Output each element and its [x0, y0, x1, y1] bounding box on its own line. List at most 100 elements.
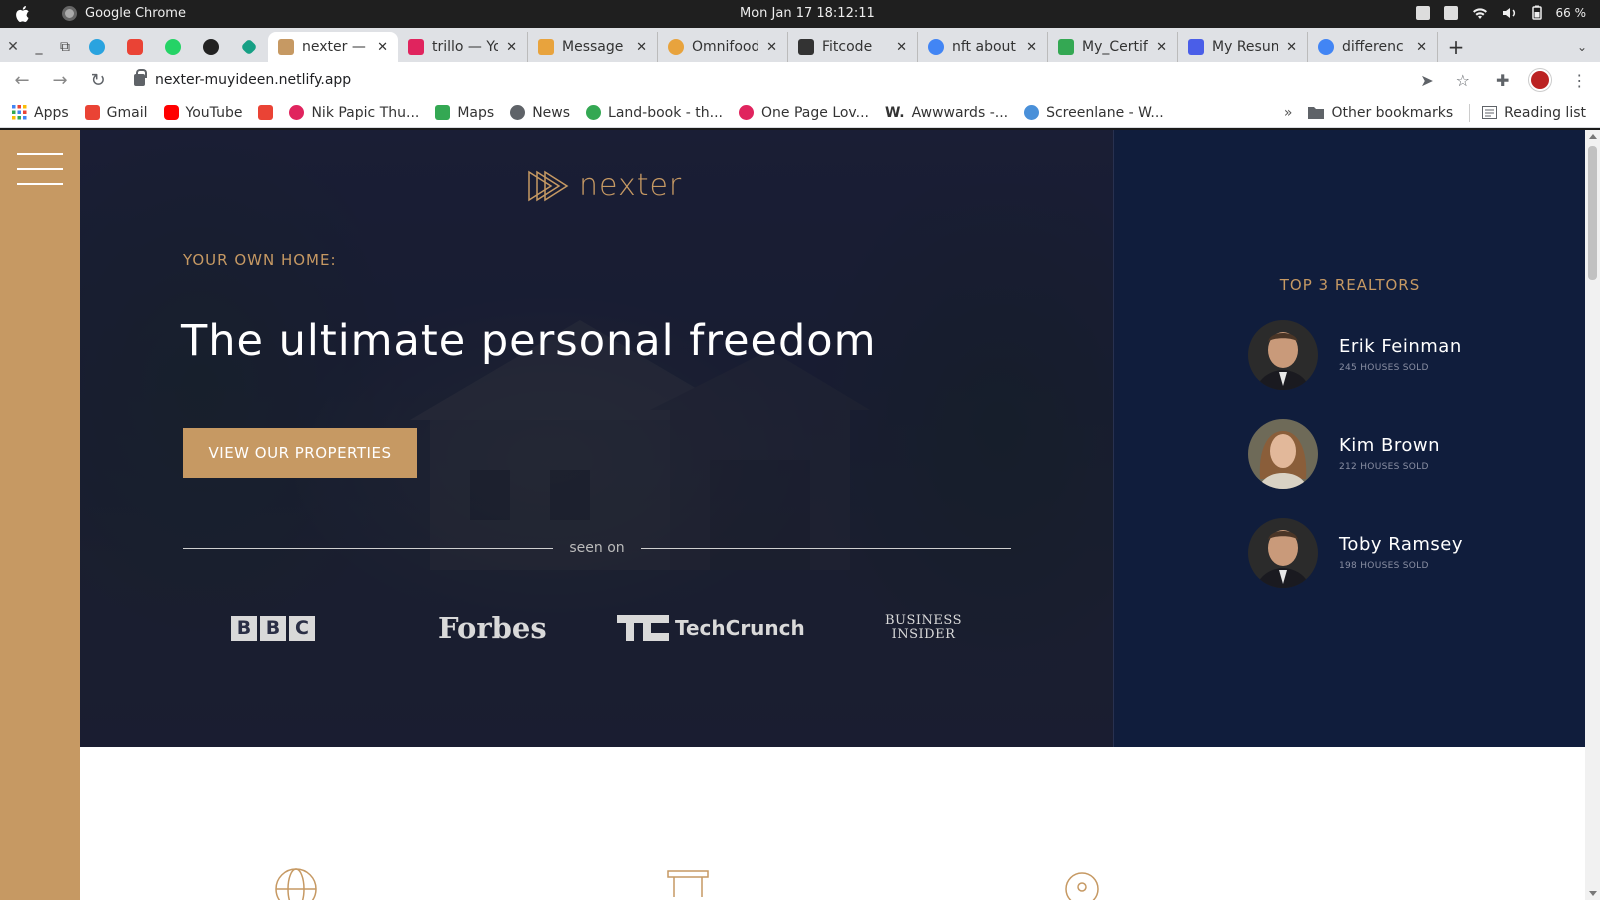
wifi-icon[interactable]: [1472, 6, 1488, 20]
tab-omnifood[interactable]: Omnifood ✕: [658, 32, 788, 62]
bookmark-one-page-love[interactable]: One Page Lov...: [739, 105, 869, 121]
hamburger-menu-icon[interactable]: [17, 153, 63, 187]
volume-icon[interactable]: [1502, 6, 1518, 20]
bookmark-nik-papic[interactable]: Nik Papic Thu...: [289, 105, 419, 121]
tab-difference[interactable]: differenc ✕: [1308, 32, 1438, 62]
pinned-tab-diamond[interactable]: [230, 32, 268, 62]
heart-icon: [289, 105, 305, 120]
seen-on-divider: seen on: [183, 538, 1012, 558]
clock[interactable]: Mon Jan 17 18:12:11: [740, 6, 875, 21]
close-tab-icon[interactable]: ✕: [506, 40, 517, 55]
restore-window-button[interactable]: ⧉: [52, 32, 78, 62]
bookmark-apps[interactable]: Apps: [12, 105, 69, 121]
pinned-tab-telegram[interactable]: [78, 32, 116, 62]
tray-clipboard-icon[interactable]: [1443, 5, 1458, 20]
bookmark-maps[interactable]: Maps: [435, 105, 494, 121]
bookmark-screenlane[interactable]: Screenlane - W...: [1024, 105, 1164, 121]
nexter-logo[interactable]: nexter: [527, 168, 682, 203]
pinned-tab-github[interactable]: [192, 32, 230, 62]
close-tab-icon[interactable]: ✕: [896, 40, 907, 55]
tab-trillo[interactable]: trillo — Yo ✕: [398, 32, 528, 62]
top-realtors-panel: TOP 3 REALTORS Erik Feinman 245 HOUSES S…: [1113, 130, 1585, 747]
scroll-down-arrow-icon[interactable]: [1589, 891, 1597, 896]
realtor-name: Erik Feinman: [1339, 336, 1462, 357]
realtor-card[interactable]: Toby Ramsey 198 HOUSES SOLD: [1248, 518, 1548, 588]
bookmark-other-folder[interactable]: Other bookmarks: [1308, 105, 1453, 121]
url-text[interactable]: nexter-muyideen.netlify.app: [155, 72, 351, 88]
lock-icon[interactable]: [134, 69, 147, 86]
battery-icon[interactable]: [1531, 5, 1542, 20]
reading-list-button[interactable]: Reading list: [1482, 105, 1586, 121]
techcrunch-wordmark: TechCrunch: [675, 616, 805, 640]
google-favicon-icon: [928, 39, 944, 55]
extensions-puzzle-icon[interactable]: ✚: [1496, 71, 1509, 90]
realtor-name: Toby Ramsey: [1339, 534, 1464, 555]
close-window-button[interactable]: ✕: [0, 32, 26, 62]
bookmark-youtube[interactable]: YouTube: [163, 105, 242, 121]
techcrunch-mark-icon: [617, 615, 669, 641]
minimize-window-button[interactable]: _: [26, 32, 52, 62]
business-insider-logo: BUSINESS INSIDER: [885, 608, 962, 648]
view-properties-button[interactable]: VIEW OUR PROPERTIES: [183, 428, 417, 478]
scroll-up-arrow-icon[interactable]: [1589, 134, 1597, 139]
close-tab-icon[interactable]: ✕: [1156, 40, 1167, 55]
bookmark-label: Land-book - th...: [608, 104, 724, 121]
divider-line: [640, 547, 1012, 549]
bookmark-gmail[interactable]: Gmail: [84, 105, 148, 121]
nexter-favicon-icon: [278, 39, 294, 55]
send-icon[interactable]: ➤: [1420, 71, 1433, 90]
scrollbar-thumb[interactable]: [1588, 146, 1597, 280]
diamond-icon: [240, 38, 258, 56]
apple-icon[interactable]: [14, 5, 30, 23]
battery-percent: 66 %: [1555, 5, 1587, 20]
close-tab-icon[interactable]: ✕: [377, 40, 388, 55]
pinned-tab-whatsapp[interactable]: [154, 32, 192, 62]
page-scrollbar[interactable]: [1585, 130, 1600, 900]
close-tab-icon[interactable]: ✕: [1286, 40, 1297, 55]
tab-nexter[interactable]: nexter — ✕: [268, 32, 398, 62]
bbc-letter: B: [260, 615, 286, 641]
tab-my-resume[interactable]: My Resum ✕: [1178, 32, 1308, 62]
bookmark-label: News: [532, 104, 571, 121]
bookmarks-overflow-chevron[interactable]: »: [1284, 105, 1293, 121]
bookmark-gmail-2[interactable]: [258, 105, 274, 120]
realtor-card[interactable]: Erik Feinman 245 HOUSES SOLD: [1248, 320, 1548, 390]
close-tab-icon[interactable]: ✕: [636, 40, 647, 55]
system-tray: 66 %: [1415, 5, 1587, 20]
realtor-houses-sold: 245 HOUSES SOLD: [1339, 363, 1429, 373]
site-sidebar: [0, 130, 80, 900]
chrome-icon: [62, 6, 77, 21]
chrome-menu-icon[interactable]: ⋮: [1571, 71, 1587, 90]
omnifood-favicon-icon: [668, 39, 684, 55]
profile-avatar[interactable]: [1529, 69, 1552, 91]
new-tab-button[interactable]: +: [1438, 32, 1474, 62]
back-button[interactable]: ←: [6, 64, 38, 96]
bookmark-land-book[interactable]: Land-book - th...: [586, 105, 723, 121]
reload-button[interactable]: ↻: [82, 64, 114, 96]
close-tab-icon[interactable]: ✕: [766, 40, 777, 55]
folder-icon: [1308, 107, 1325, 119]
bookmark-label: Screenlane - W...: [1046, 104, 1164, 121]
globe-icon: [510, 105, 526, 120]
bookmark-news[interactable]: News: [510, 105, 570, 121]
bookmark-awwwards[interactable]: W. Awwwards -...: [885, 105, 1008, 121]
close-tab-icon[interactable]: ✕: [1416, 40, 1427, 55]
pinned-tab-gmail[interactable]: [116, 32, 154, 62]
github-icon: [203, 39, 219, 55]
address-bar[interactable]: nexter-muyideen.netlify.app ➤ ☆: [122, 65, 1482, 95]
tab-my-certif[interactable]: My_Certif ✕: [1048, 32, 1178, 62]
realtor-card[interactable]: Kim Brown 212 HOUSES SOLD: [1248, 419, 1548, 489]
forward-button[interactable]: →: [44, 64, 76, 96]
realtor-avatar: [1248, 320, 1318, 390]
tab-search-chevron-icon[interactable]: ⌄: [1564, 32, 1600, 62]
tray-app-icon[interactable]: [1415, 5, 1430, 20]
tab-fitcode[interactable]: Fitcode ✕: [788, 32, 918, 62]
tab-nft-about[interactable]: nft about ✕: [918, 32, 1048, 62]
hero-kicker: YOUR OWN HOME:: [183, 251, 337, 269]
tab-message[interactable]: Message ✕: [528, 32, 658, 62]
active-app[interactable]: Google Chrome: [62, 6, 186, 21]
close-tab-icon[interactable]: ✕: [1026, 40, 1037, 55]
bookmark-star-icon[interactable]: ☆: [1456, 71, 1470, 90]
brand-name: nexter: [579, 168, 683, 203]
tab-title: Message: [562, 39, 624, 55]
